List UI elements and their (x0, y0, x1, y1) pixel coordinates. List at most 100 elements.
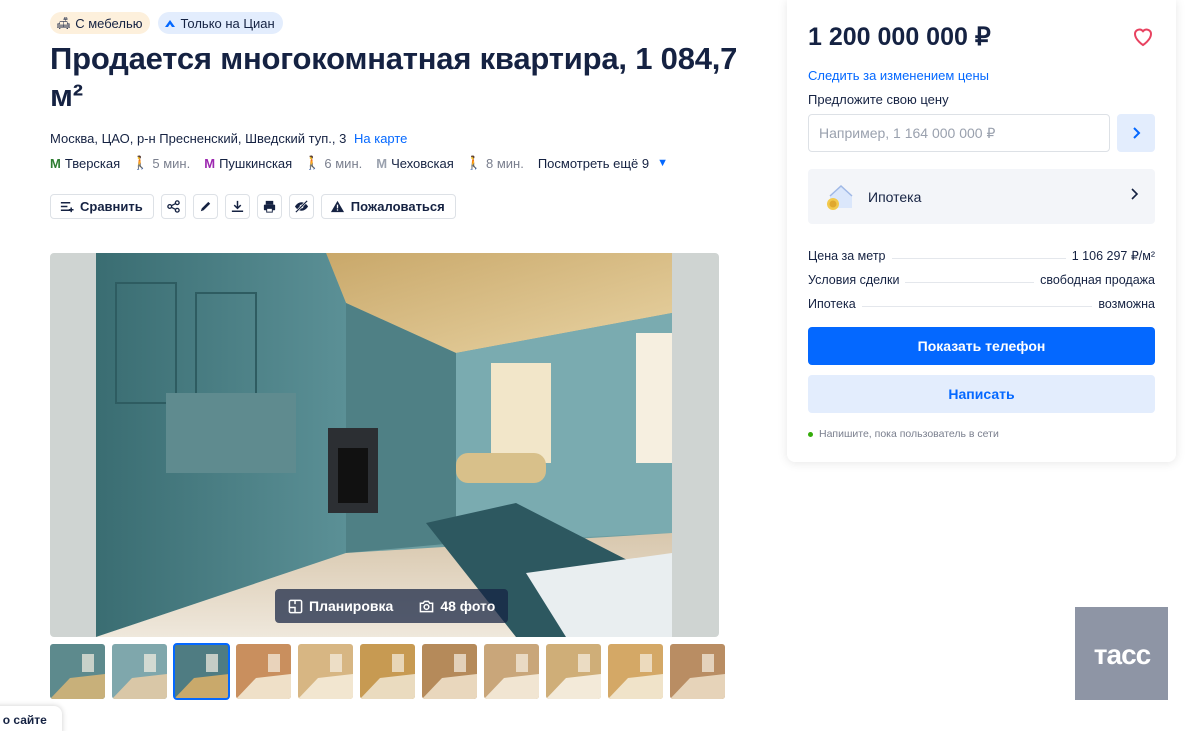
gallery-thumbnail[interactable] (173, 643, 230, 700)
gallery-thumbnail[interactable] (50, 644, 105, 699)
offer-submit-button[interactable] (1117, 114, 1155, 152)
gallery-thumbnail[interactable] (236, 644, 291, 699)
thumbnail-strip (50, 643, 725, 700)
thumbnail-image (50, 644, 105, 699)
tass-watermark-logo: тасс (1075, 607, 1168, 700)
detail-value: свободная продажа (1040, 273, 1155, 287)
compare-label: Сравнить (80, 199, 143, 214)
walk-time-text: 5 мин. (152, 155, 191, 171)
share-button[interactable] (160, 194, 186, 219)
all-photos-button[interactable]: 48 фото (406, 589, 508, 623)
metro-more-link[interactable]: Посмотреть ещё 9 ▼ (538, 156, 668, 171)
walk-time-text: 6 мин. (324, 155, 363, 171)
download-button[interactable] (224, 194, 250, 219)
mortgage-banner[interactable]: Ипотека (808, 169, 1155, 224)
sofa-icon: 🛋 (56, 16, 72, 30)
compare-icon (60, 202, 74, 213)
walking-person-icon: 🚶 (465, 155, 482, 170)
edit-button[interactable] (192, 194, 218, 219)
detail-row: Ипотека возможна (808, 293, 1155, 311)
online-dot-icon (808, 431, 813, 437)
metro-station-name: Тверская (64, 155, 121, 171)
thumbnail-image (236, 644, 291, 699)
thumbnail-image (174, 644, 229, 699)
gallery-thumbnail[interactable] (422, 644, 477, 699)
detail-value: возможна (1098, 297, 1155, 311)
thumbnail-image (422, 644, 477, 699)
metro-station[interactable]: M Пушкинская 🚶 6 мин. (204, 155, 362, 171)
gallery-thumbnail[interactable] (546, 644, 601, 699)
metro-icon: M (204, 155, 216, 171)
chevron-down-icon: ▼ (657, 157, 668, 169)
chevron-right-icon (1133, 127, 1141, 139)
floor-plan-label: Планировка (309, 598, 394, 614)
print-button[interactable] (256, 194, 282, 219)
gallery-thumbnail[interactable] (484, 644, 539, 699)
price-card: 1 200 000 000 ₽ Следить за изменением це… (787, 0, 1176, 462)
address: Москва, ЦАО, р-н Пресненский, Шведский т… (50, 131, 407, 146)
thumbnail-image (360, 644, 415, 699)
detail-key: Условия сделки (808, 273, 900, 287)
gallery-thumbnail[interactable] (670, 644, 725, 699)
gallery-thumbnail[interactable] (112, 644, 167, 699)
about-site-tab[interactable]: в о сайте (0, 706, 62, 731)
printer-icon (263, 200, 275, 213)
walk-time: 🚶 6 мин. (304, 155, 362, 171)
heart-icon[interactable] (1131, 24, 1155, 48)
cian-logo-icon (165, 20, 176, 27)
hide-button[interactable] (288, 194, 314, 219)
map-link[interactable]: На карте (354, 131, 407, 146)
detail-row: Цена за метр 1 106 297 ₽/м² (808, 245, 1155, 263)
main-photo[interactable] (96, 253, 672, 637)
gallery-thumbnail[interactable] (298, 644, 353, 699)
metro-station[interactable]: M Тверская 🚶 5 мин. (50, 155, 190, 171)
compare-button[interactable]: Сравнить (50, 194, 154, 219)
address-text: Москва, ЦАО, р-н Пресненский, Шведский т… (50, 131, 347, 146)
cian-only-badge: Только на Циан (158, 12, 283, 34)
chevron-right-icon (1131, 188, 1139, 200)
offer-price-label: Предложите свою цену (808, 92, 949, 107)
write-message-button[interactable]: Написать (808, 375, 1155, 413)
page-title: Продается многокомнатная квартира, 1 084… (50, 41, 738, 113)
online-status-text: Напишите, пока пользователь в сети (819, 428, 999, 440)
walk-time: 🚶 5 мин. (132, 155, 190, 171)
detail-key: Ипотека (808, 297, 856, 311)
detail-key: Цена за метр (808, 249, 886, 263)
warning-icon (330, 200, 344, 213)
pencil-icon (200, 201, 210, 212)
photo-gallery[interactable]: Планировка 48 фото (50, 253, 719, 637)
metro-list: M Тверская 🚶 5 мин. M Пушкинская 🚶 6 мин. … (50, 155, 668, 171)
detail-row: Условия сделки свободная продажа (808, 269, 1155, 287)
action-toolbar: Сравнить Пожаловаться (50, 194, 456, 219)
svg-text:тасс: тасс (1093, 639, 1150, 669)
thumbnail-image (484, 644, 539, 699)
furniture-badge: 🛋 С мебелью (50, 12, 151, 34)
walk-time-text: 8 мин. (485, 155, 524, 171)
thumbnail-image (608, 644, 663, 699)
floor-plan-button[interactable]: Планировка (275, 589, 406, 623)
mortgage-label: Ипотека (868, 188, 922, 205)
show-phone-button[interactable]: Показать телефон (808, 327, 1155, 365)
floor-plan-icon (288, 599, 303, 613)
badges: 🛋 С мебелью Только на Циан (50, 12, 283, 34)
offer-price-input[interactable] (808, 114, 1110, 152)
camera-icon (419, 600, 434, 612)
cian-only-badge-label: Только на Циан (180, 15, 275, 31)
tass-logo: тасс (1093, 639, 1151, 669)
metro-more-label: Посмотреть ещё 9 (537, 155, 650, 171)
complain-button[interactable]: Пожаловаться (320, 194, 456, 219)
thumbnail-image (546, 644, 601, 699)
gallery-thumbnail[interactable] (608, 644, 663, 699)
metro-station-name: Пушкинская (219, 155, 293, 171)
metro-station-name: Чеховская (391, 155, 454, 171)
price: 1 200 000 000 ₽ (808, 23, 991, 51)
detail-value: 1 106 297 ₽/м² (1071, 249, 1155, 263)
eye-off-icon (294, 200, 308, 213)
follow-price-link[interactable]: Следить за изменением цены (808, 68, 989, 83)
online-status: Напишите, пока пользователь в сети (808, 428, 999, 440)
gallery-thumbnail[interactable] (360, 644, 415, 699)
walking-person-icon: 🚶 (304, 155, 321, 170)
metro-icon: M (376, 155, 388, 171)
metro-station[interactable]: M Чеховская 🚶 8 мин. (376, 155, 524, 171)
gallery-overlay-buttons: Планировка 48 фото (275, 589, 509, 623)
